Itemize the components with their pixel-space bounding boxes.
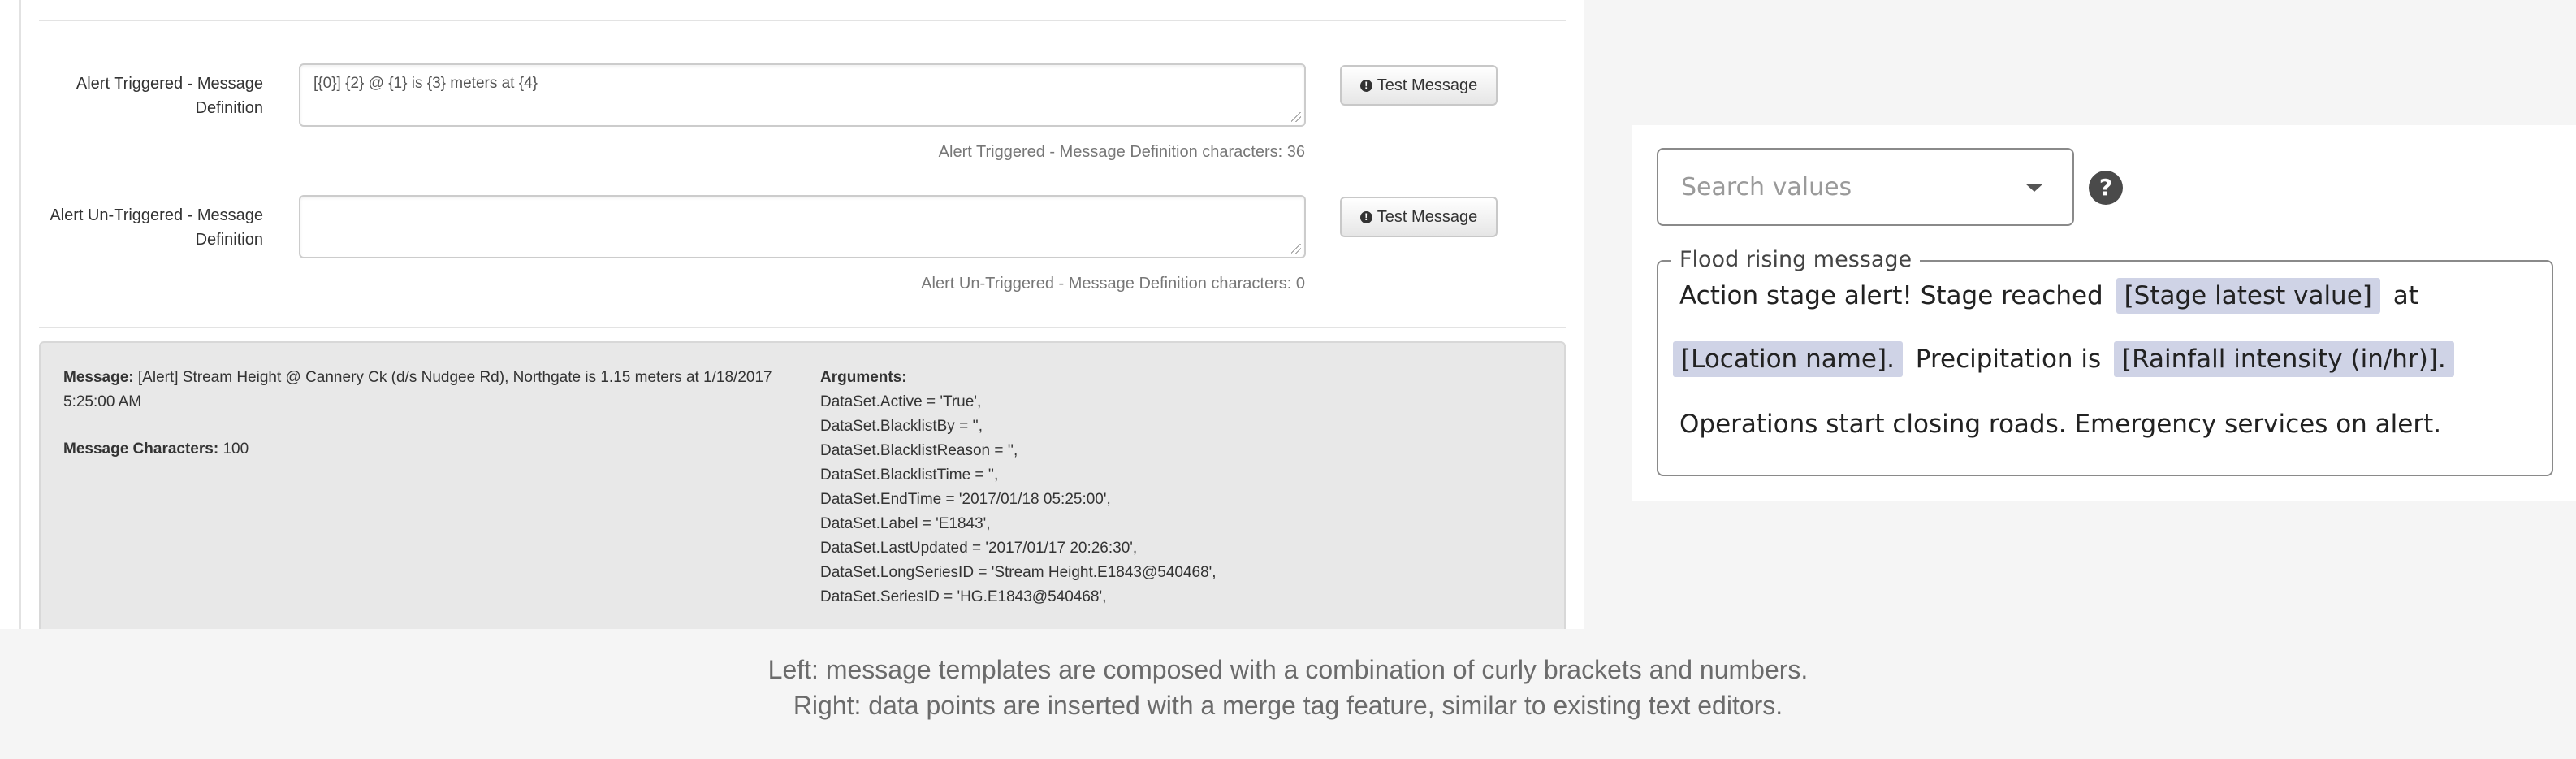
message-label: Message:	[63, 369, 134, 386]
argument-line: DataSet.EndTime = '2017/01/18 05:25:00',	[820, 491, 1111, 508]
preview-char-count: Message Characters: 100	[63, 437, 249, 462]
triggered-message-value: [{0}] {2} @ {1} is {3} meters at {4}	[313, 75, 538, 92]
triggered-message-textarea[interactable]: [{0}] {2} @ {1} is {3} meters at {4}	[299, 63, 1306, 127]
argument-line: DataSet.SeriesID = 'HG.E1843@540468',	[820, 588, 1107, 605]
test-message-button-untriggered[interactable]: ! Test Message	[1340, 197, 1498, 237]
question-circle-icon[interactable]: ?	[2089, 171, 2123, 205]
legacy-alert-editor: Alert Triggered - Message Definition [{0…	[0, 0, 1584, 629]
exclamation-circle-icon: !	[1359, 210, 1372, 223]
caption-line-right: Right: data points are inserted with a m…	[793, 691, 1783, 720]
message-preview-panel: Message: [Alert] Stream Height @ Cannery…	[39, 341, 1566, 629]
preview-arguments: Arguments: DataSet.Active = 'True', Data…	[820, 366, 1551, 609]
message-text: Action stage alert! Stage reached	[1679, 281, 2103, 310]
merge-tag[interactable]: [Location name].	[1673, 341, 1903, 377]
argument-line: DataSet.BlacklistBy = '',	[820, 418, 983, 435]
merge-tag[interactable]: [Rainfall intensity (in/hr)].	[2114, 341, 2454, 377]
caption-line-left: Left: message templates are composed wit…	[767, 655, 1809, 684]
arguments-label: Arguments:	[820, 369, 907, 386]
argument-line: DataSet.Active = 'True',	[820, 393, 982, 410]
test-message-label: Test Message	[1377, 76, 1478, 94]
argument-line: DataSet.BlacklistTime = '',	[820, 466, 999, 484]
flood-message-editor[interactable]: Flood rising message Action stage alert!…	[1657, 246, 2553, 476]
divider	[39, 327, 1566, 328]
search-placeholder: Search values	[1681, 173, 1852, 202]
test-message-label: Test Message	[1377, 207, 1478, 226]
message-line-3: Operations start closing roads. Emergenc…	[1679, 410, 2442, 439]
argument-line: DataSet.Label = 'E1843',	[820, 515, 991, 532]
exclamation-circle-icon: !	[1359, 79, 1372, 92]
argument-line: DataSet.LongSeriesID = 'Stream Height.E1…	[820, 564, 1217, 581]
preview-message: Message: [Alert] Stream Height @ Cannery…	[63, 366, 794, 414]
divider	[39, 20, 1566, 21]
resize-handle[interactable]	[1291, 112, 1301, 122]
untriggered-message-label: Alert Un-Triggered - Message Definition	[50, 206, 263, 249]
panel-border	[19, 0, 21, 629]
message-line-1: Action stage alert! Stage reached [Stage…	[1679, 278, 2418, 314]
chevron-down-icon[interactable]	[2025, 184, 2043, 192]
triggered-message-label: Alert Triggered - Message Definition	[76, 75, 263, 117]
message-characters-value: 100	[223, 440, 249, 458]
message-text: Precipitation is	[1915, 345, 2102, 374]
argument-line: DataSet.BlacklistReason = '',	[820, 442, 1018, 459]
resize-handle[interactable]	[1291, 244, 1301, 254]
merge-tag-editor: Search values ? Flood rising message Act…	[1632, 125, 2576, 501]
message-text: [Alert] Stream Height @ Cannery Ck (d/s …	[63, 369, 772, 410]
argument-line: DataSet.LastUpdated = '2017/01/17 20:26:…	[820, 540, 1138, 557]
triggered-char-count: Alert Triggered - Message Definition cha…	[938, 143, 1305, 161]
merge-tag[interactable]: [Stage latest value]	[2116, 278, 2380, 314]
figure-caption: Left: message templates are composed wit…	[0, 652, 2576, 723]
untriggered-char-count: Alert Un-Triggered - Message Definition …	[921, 275, 1305, 293]
search-values-select[interactable]: Search values	[1657, 148, 2074, 226]
message-characters-label: Message Characters:	[63, 440, 219, 458]
message-line-2: [Location name]. Precipitation is [Rainf…	[1673, 341, 2459, 377]
message-legend: Flood rising message	[1671, 246, 1921, 274]
untriggered-message-textarea[interactable]	[299, 195, 1306, 258]
test-message-button-triggered[interactable]: ! Test Message	[1340, 65, 1498, 106]
message-text: at	[2392, 281, 2418, 310]
